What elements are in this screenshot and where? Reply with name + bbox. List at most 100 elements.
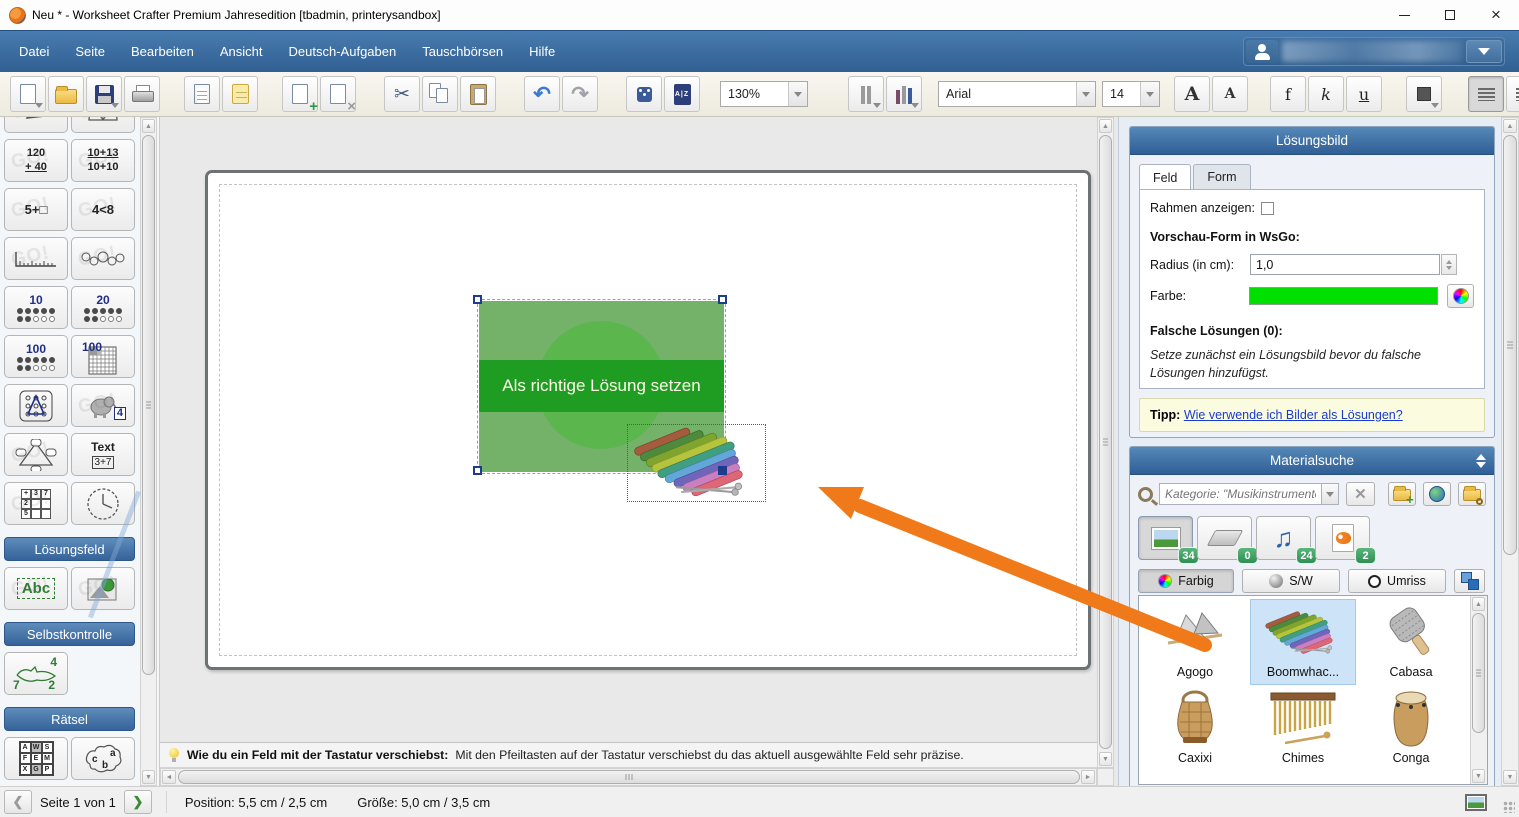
selection-handle-tl[interactable] xyxy=(473,295,482,304)
tool-twenty-field[interactable]: 20 xyxy=(71,286,135,329)
font-family-combo[interactable]: Arial xyxy=(938,81,1096,107)
category-texts-button[interactable]: 0 xyxy=(1197,516,1252,560)
collapse-expand-button[interactable] xyxy=(1476,454,1486,468)
search-dropdown[interactable] xyxy=(1321,483,1339,505)
material-item-cabasa[interactable]: Cabasa xyxy=(1359,600,1463,684)
scroll-up-arrow[interactable]: ▲ xyxy=(142,119,155,133)
tool-self-check[interactable]: 472 xyxy=(4,652,68,695)
add-folder-button[interactable]: + xyxy=(1388,482,1416,506)
cut-button[interactable]: ✂ xyxy=(384,76,420,112)
section-raetsel[interactable]: Rätsel xyxy=(4,707,135,731)
material-item-agogo[interactable]: Agogo xyxy=(1143,600,1247,684)
zoom-dropdown[interactable] xyxy=(788,82,807,106)
scrollbar-thumb[interactable] xyxy=(1472,613,1485,733)
panel-scrollbar[interactable]: ▲ ▼ xyxy=(1501,117,1519,786)
tool-hundred-field[interactable]: 100 xyxy=(4,335,68,378)
menu-deutsch-aufgaben[interactable]: Deutsch-Aufgaben xyxy=(276,36,410,67)
canvas-area[interactable]: Als richtige Lösung setzen Wie du ein Fe… xyxy=(160,117,1118,786)
scrollbar-thumb[interactable] xyxy=(1099,135,1112,749)
menu-bearbeiten[interactable]: Bearbeiten xyxy=(118,36,207,67)
copy-button[interactable] xyxy=(422,76,458,112)
category-images-button[interactable]: 34 xyxy=(1138,516,1193,560)
tool-scramble[interactable]: cab xyxy=(71,737,135,780)
tab-form[interactable]: Form xyxy=(1193,164,1250,189)
menu-hilfe[interactable]: Hilfe xyxy=(516,36,568,67)
online-search-button[interactable] xyxy=(1423,482,1451,506)
menu-seite[interactable]: Seite xyxy=(62,36,118,67)
close-button[interactable]: × xyxy=(1473,0,1519,30)
scrollbar-thumb[interactable] xyxy=(1503,135,1517,555)
save-button[interactable] xyxy=(86,76,122,112)
tool-number-triangle[interactable]: GO! xyxy=(4,433,68,476)
scroll-down-arrow[interactable]: ▼ xyxy=(1503,770,1517,784)
menu-tauschboersen[interactable]: Tauschbörsen xyxy=(409,36,516,67)
open-button[interactable] xyxy=(48,76,84,112)
underline-button[interactable]: u xyxy=(1346,76,1382,112)
material-item-partial-3[interactable] xyxy=(1359,772,1463,785)
bold-button[interactable]: f xyxy=(1270,76,1306,112)
account-dropdown-button[interactable] xyxy=(1466,40,1502,63)
tool-written-addition[interactable]: GO!120+ 40 xyxy=(4,139,68,182)
canvas-vscrollbar[interactable]: ▲ ▼ xyxy=(1097,117,1114,768)
tool-bead-chain[interactable]: GO! xyxy=(71,237,135,280)
page-preview-button[interactable] xyxy=(184,76,220,112)
color-picker-button[interactable] xyxy=(1447,284,1474,308)
material-item-partial-2[interactable] xyxy=(1251,772,1355,785)
loesungsbild-header[interactable]: Lösungsbild xyxy=(1130,127,1494,155)
search-input[interactable] xyxy=(1159,483,1321,505)
browse-folder-button[interactable] xyxy=(1458,482,1486,506)
font-size-combo[interactable]: 14 xyxy=(1102,81,1160,107)
increase-font-button[interactable]: A xyxy=(1174,76,1210,112)
decrease-font-button[interactable]: A xyxy=(1212,76,1248,112)
scroll-up-arrow[interactable]: ▲ xyxy=(1472,597,1485,611)
tool-fraction-tasks[interactable]: GO!10+1310+10 xyxy=(71,139,135,182)
menu-ansicht[interactable]: Ansicht xyxy=(207,36,276,67)
farbe-swatch[interactable] xyxy=(1249,287,1439,305)
new-document-button[interactable] xyxy=(10,76,46,112)
category-worksheets-button[interactable]: 2 xyxy=(1315,516,1370,560)
column-style-button[interactable] xyxy=(886,76,922,112)
scroll-right-arrow[interactable]: ► xyxy=(1081,770,1095,784)
material-item-caxixi[interactable]: Caxixi xyxy=(1143,686,1247,770)
filter-sw-button[interactable]: S/W xyxy=(1242,569,1340,593)
clear-search-button[interactable]: ✕ xyxy=(1346,482,1374,506)
align-center-button[interactable] xyxy=(1506,76,1519,112)
multi-select-button[interactable] xyxy=(1454,569,1485,593)
redo-button[interactable]: ↷ xyxy=(562,76,598,112)
filter-umriss-button[interactable]: Umriss xyxy=(1348,569,1446,593)
materialsuche-header[interactable]: Materialsuche xyxy=(1130,447,1494,475)
scroll-left-arrow[interactable]: ◄ xyxy=(162,770,176,784)
tool-draw-shape[interactable]: GO! xyxy=(4,117,68,133)
undo-button[interactable]: ↶ xyxy=(524,76,560,112)
tool-equation[interactable]: GO!5+□ xyxy=(4,188,68,231)
align-left-button[interactable] xyxy=(1468,76,1504,112)
material-item-partial-1[interactable] xyxy=(1143,772,1247,785)
tool-ten-field[interactable]: 10 xyxy=(4,286,68,329)
radius-spinner[interactable] xyxy=(1441,254,1457,275)
minimize-button[interactable] xyxy=(1381,0,1427,30)
rahmen-checkbox[interactable] xyxy=(1261,202,1274,215)
dictionary-button[interactable]: A|Z xyxy=(664,76,700,112)
notes-button[interactable] xyxy=(222,76,258,112)
tool-protractor[interactable]: GO! xyxy=(71,117,135,133)
scroll-up-arrow[interactable]: ▲ xyxy=(1099,119,1112,133)
scroll-down-arrow[interactable]: ▼ xyxy=(142,770,155,784)
tool-comparison[interactable]: GO!4<8 xyxy=(71,188,135,231)
tool-text-field[interactable]: Text3+7 xyxy=(71,433,135,476)
material-item-chimes[interactable]: Chimes xyxy=(1251,686,1355,770)
section-selbstkontrolle[interactable]: Selbstkontrolle xyxy=(4,622,135,646)
scroll-up-arrow[interactable]: ▲ xyxy=(1503,119,1517,133)
selection-handle-tr[interactable] xyxy=(718,295,727,304)
add-page-button[interactable]: + xyxy=(282,76,318,112)
italic-button[interactable]: k xyxy=(1308,76,1344,112)
tool-number-table[interactable]: GO!+3725 xyxy=(4,482,68,525)
canvas-hscrollbar[interactable]: ◄ ► xyxy=(160,768,1097,786)
font-color-button[interactable] xyxy=(1406,76,1442,112)
radius-input[interactable] xyxy=(1250,254,1440,275)
zoom-combo[interactable]: 130% xyxy=(720,81,808,107)
sidebar-scrollbar[interactable]: ▲ ▼ xyxy=(140,117,157,786)
font-family-dropdown[interactable] xyxy=(1076,82,1095,106)
tip-link[interactable]: Wie verwende ich Bilder als Lösungen? xyxy=(1184,408,1403,422)
selection-handle-bl[interactable] xyxy=(473,466,482,475)
tab-feld[interactable]: Feld xyxy=(1139,164,1191,189)
